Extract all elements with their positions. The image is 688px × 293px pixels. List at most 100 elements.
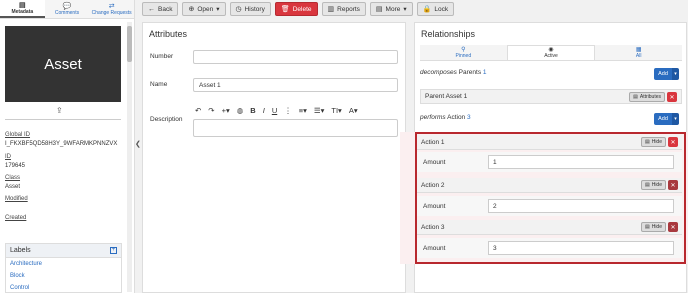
relationship-noun: Action: [447, 114, 466, 121]
back-button[interactable]: ← Back: [142, 2, 179, 16]
relationship-count: 1: [482, 69, 487, 76]
remove-parent-button[interactable]: ✕: [667, 92, 677, 102]
history-button[interactable]: ◷ History: [229, 2, 271, 16]
more-button[interactable]: ▤ More ▾: [369, 2, 413, 16]
attributes-label: Attributes: [639, 94, 661, 100]
highlight-border: [415, 132, 686, 264]
upload-icon[interactable]: ⇪: [56, 106, 63, 115]
lock-icon: 🔒: [422, 6, 432, 13]
tab-metadata[interactable]: ▤ Metadata: [0, 0, 45, 18]
lock-label: Lock: [434, 5, 449, 13]
back-label: Back: [158, 5, 173, 13]
left-tabs: ▤ Metadata 💬 Comments ⇄ Change Requests: [0, 0, 134, 19]
table-icon: ▤: [633, 94, 638, 100]
relationship-count: 3: [467, 114, 471, 121]
description-toolbar: ↶ ↷ +▾ ◍ B I U ⋮ ≡▾ ☰▾ TI▾ A▾: [195, 106, 358, 115]
tab-pinned[interactable]: ⚲ Pinned: [420, 45, 507, 60]
add-parent-button[interactable]: Add ▾: [654, 68, 679, 80]
id-value: 179645: [5, 163, 26, 169]
add-label-icon[interactable]: +: [110, 247, 117, 254]
tab-label: Metadata: [11, 8, 34, 15]
tab-label: Active: [544, 53, 558, 59]
description-input[interactable]: [193, 119, 398, 137]
attributes-panel: Attributes Number Name Asset 1 Descripti…: [142, 22, 406, 293]
align-icon[interactable]: ≡▾: [299, 106, 307, 115]
divider: [5, 119, 121, 120]
tab-change-requests[interactable]: ⇄ Change Requests: [89, 0, 134, 18]
parent-row[interactable]: Parent Asset 1 ▤ Attributes ✕: [420, 89, 682, 104]
close-icon: ✕: [669, 94, 675, 101]
tab-active[interactable]: ◉ Active: [506, 45, 596, 60]
comments-icon: 💬: [62, 2, 72, 10]
relationship-tabs: ⚲ Pinned ◉ Active ▦ All: [420, 45, 683, 61]
number-label: Number: [150, 53, 174, 60]
tab-label: All: [635, 52, 642, 59]
label-item[interactable]: Block: [6, 270, 121, 282]
toolbar: ← Back ⊕ Open ▾ ◷ History 🗑 Delete ▥ Reports ▤…: [142, 2, 455, 16]
relationship-verb: decomposes: [420, 69, 457, 76]
relationship-noun: Parents: [458, 69, 482, 76]
caret-down-icon: ▾: [672, 113, 679, 125]
more-label: More: [385, 5, 401, 13]
name-input[interactable]: Asset 1: [193, 78, 398, 92]
number-input[interactable]: [193, 50, 398, 64]
id-label: ID: [5, 154, 11, 160]
delete-label: Delete: [292, 5, 312, 13]
tab-label: Change Requests: [91, 9, 132, 16]
tab-comments[interactable]: 💬 Comments: [45, 0, 90, 18]
undo-icon[interactable]: ↶: [195, 106, 201, 115]
left-scrollbar[interactable]: [127, 22, 132, 292]
description-label: Description: [150, 116, 183, 123]
palette-icon[interactable]: ◍: [237, 106, 244, 115]
parents-group-header: decomposes Parents 1: [420, 69, 487, 76]
lock-button[interactable]: 🔒 Lock: [416, 2, 455, 16]
relationships-title: Relationships: [421, 29, 476, 39]
collapse-left-icon[interactable]: ❮: [135, 140, 141, 148]
labels-title: Labels: [10, 247, 31, 254]
underline-icon[interactable]: U: [272, 106, 277, 115]
arrow-left-icon: ←: [148, 5, 155, 13]
redo-icon[interactable]: ↷: [208, 106, 214, 115]
left-panel: ▤ Metadata 💬 Comments ⇄ Change Requests …: [0, 0, 135, 293]
history-label: History: [244, 5, 265, 13]
reports-label: Reports: [337, 5, 360, 13]
left-scrollbar-thumb[interactable]: [127, 26, 132, 62]
insert-icon[interactable]: +▾: [222, 106, 230, 115]
chart-icon: ▥: [327, 6, 335, 13]
clock-icon: ◷: [235, 6, 242, 13]
modified-label: Modified: [5, 196, 28, 202]
open-label: Open: [197, 5, 214, 13]
class-value: Asset: [5, 184, 21, 190]
open-button[interactable]: ⊕ Open ▾: [182, 2, 226, 16]
relationship-verb: performs: [420, 114, 446, 121]
global-id-label: Global ID: [5, 132, 31, 138]
attributes-button[interactable]: ▤ Attributes: [629, 92, 665, 102]
add-action-button[interactable]: Add ▾: [654, 113, 679, 125]
created-label: Created: [5, 215, 27, 221]
global-id-value: I_FKXBF5QD58H3Y_9WFARMKPNNZVX: [5, 141, 118, 147]
add-label: Add: [654, 68, 672, 80]
attributes-title: Attributes: [149, 29, 188, 39]
text-size-icon[interactable]: TI▾: [331, 106, 341, 115]
parent-row-label: Parent Asset 1: [425, 93, 468, 100]
caret-down-icon: ▾: [672, 68, 679, 80]
bold-icon[interactable]: B: [250, 106, 255, 115]
row-buttons: ▤ Attributes ✕: [629, 92, 677, 102]
reports-button[interactable]: ▥ Reports: [321, 2, 366, 16]
strikethrough-icon[interactable]: ⋮: [284, 106, 292, 115]
label-item[interactable]: Architecture: [6, 258, 121, 270]
list-icon[interactable]: ☰▾: [314, 106, 325, 115]
name-label: Name: [150, 81, 168, 88]
label-item[interactable]: Control: [6, 282, 121, 293]
italic-icon[interactable]: I: [263, 106, 265, 115]
font-color-icon[interactable]: A▾: [349, 106, 358, 115]
class-label: Class: [5, 175, 21, 181]
labels-box: Labels + Architecture Block Control: [5, 243, 122, 293]
delete-button[interactable]: 🗑 Delete: [274, 2, 318, 16]
app-root: ▤ Metadata 💬 Comments ⇄ Change Requests …: [0, 0, 688, 293]
trash-icon: 🗑: [280, 6, 290, 13]
actions-group-header: performs Action 3: [420, 114, 471, 121]
tab-all[interactable]: ▦ All: [595, 45, 683, 60]
tab-label: Comments: [54, 9, 80, 16]
add-label: Add: [654, 113, 672, 125]
